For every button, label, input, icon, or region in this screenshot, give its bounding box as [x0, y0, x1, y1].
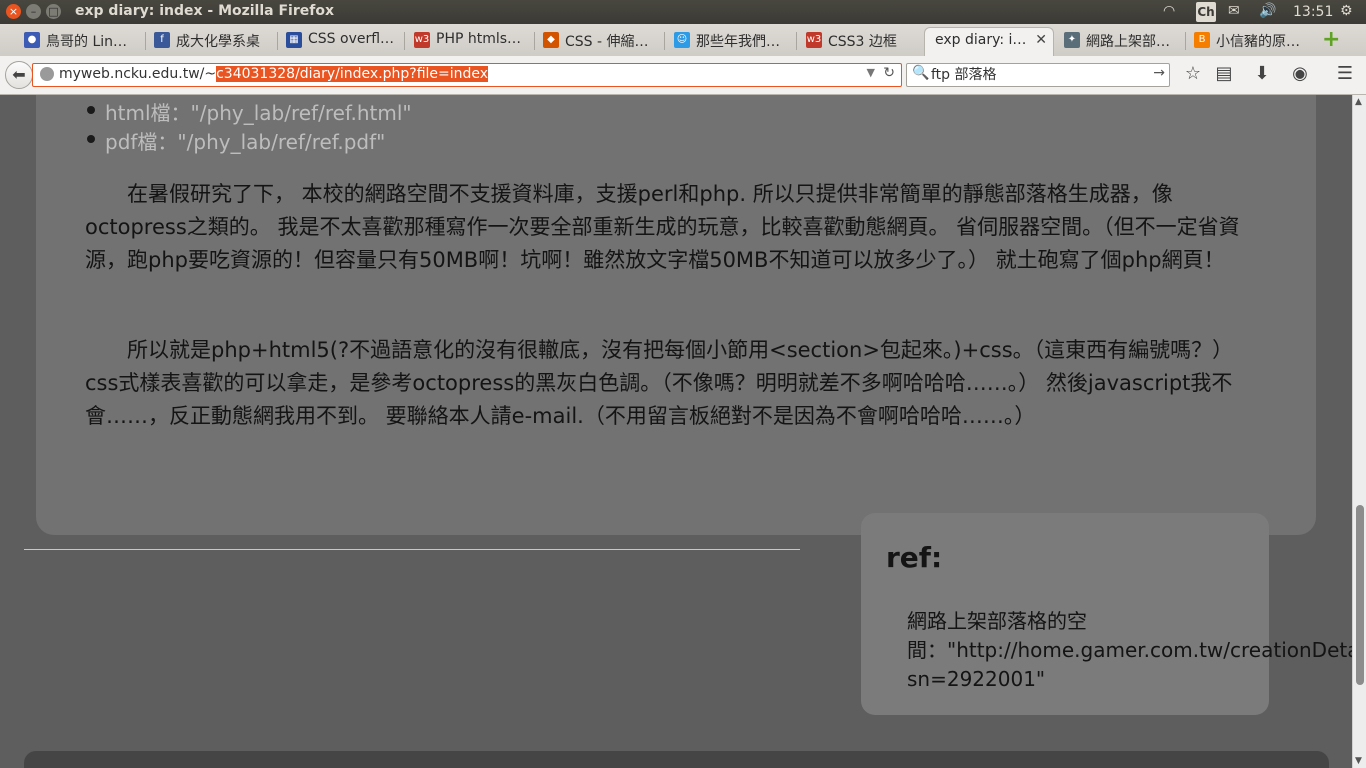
- mail-icon[interactable]: ✉: [1228, 3, 1240, 19]
- chat-icon[interactable]: ◉: [1288, 63, 1312, 84]
- penguin-icon: ●: [24, 32, 40, 48]
- list-item: html檔："/phy_lab/ref/ref.html": [105, 101, 412, 125]
- footer-bar: [24, 751, 1329, 768]
- close-icon[interactable]: ✕: [1035, 32, 1047, 48]
- reload-icon[interactable]: ↻: [883, 65, 895, 81]
- tab-label: 成大化學系桌: [176, 34, 260, 50]
- download-icon[interactable]: ⬇: [1250, 63, 1274, 84]
- tab-label: CSS - 伸縮…: [565, 34, 649, 50]
- tab-item[interactable]: ✦ 網路上架部…: [1058, 27, 1182, 55]
- navigation-toolbar: ⬅ myweb.ncku.edu.tw/~c34031328/diary/ind…: [0, 56, 1366, 95]
- gear-icon[interactable]: ⚙: [1340, 3, 1353, 19]
- arrow-down-icon[interactable]: ▼: [1355, 756, 1362, 766]
- tab-label: 鳥哥的 Lin…: [46, 34, 128, 50]
- volume-icon[interactable]: 🔊: [1259, 3, 1276, 19]
- keyboard-layout-indicator[interactable]: Ch: [1196, 2, 1216, 22]
- tab-item[interactable]: ▦ CSS overfl…: [280, 27, 400, 55]
- bookmark-star-icon[interactable]: ☆: [1181, 63, 1205, 84]
- list-item: pdf檔："/phy_lab/ref/ref.pdf": [105, 130, 386, 154]
- url-text[interactable]: myweb.ncku.edu.tw/~c34031328/diary/index…: [59, 66, 489, 82]
- blogger-icon: B: [1194, 32, 1210, 48]
- url-plain: myweb.ncku.edu.tw/~: [59, 66, 217, 82]
- window-minimize-button[interactable]: –: [26, 4, 41, 19]
- bullet-dot: [87, 135, 95, 143]
- scrollbar-thumb[interactable]: [1356, 505, 1364, 685]
- smile-icon: ☺: [674, 32, 690, 48]
- tab-label: 網路上架部…: [1086, 34, 1170, 50]
- paragraph: 在暑假研究了下， 本校的網路空間不支援資料庫，支援perl和php. 所以只提供…: [85, 182, 1240, 272]
- search-icon: 🔍: [912, 65, 930, 81]
- back-button[interactable]: ⬅: [5, 61, 33, 89]
- blog-icon: ◆: [543, 32, 559, 48]
- window-maximize-button[interactable]: □: [46, 4, 61, 19]
- article-card: [36, 95, 1316, 535]
- arrow-up-icon[interactable]: ▲: [1355, 97, 1362, 107]
- tab-label: 小信豬的原…: [1216, 34, 1300, 50]
- tab-item[interactable]: w3 PHP htmls…: [408, 27, 532, 55]
- paragraph: 所以就是php+html5(?不過語意化的沒有很轍底，沒有把每個小節用<sect…: [85, 338, 1234, 428]
- tab-item[interactable]: w3 CSS3 边框: [800, 27, 920, 55]
- menu-icon[interactable]: ☰: [1333, 63, 1357, 84]
- clock[interactable]: 13:51: [1293, 4, 1333, 20]
- tab-item[interactable]: ☺ 那些年我們…: [668, 27, 796, 55]
- page-viewport: html檔："/phy_lab/ref/ref.html" pdf檔："/phy…: [0, 95, 1352, 768]
- tab-item-active[interactable]: exp diary: i… ✕: [924, 27, 1054, 57]
- divider: [24, 549, 800, 550]
- tab-item[interactable]: ◆ CSS - 伸縮…: [537, 27, 661, 55]
- search-input[interactable]: [929, 65, 1143, 83]
- window-close-button[interactable]: ×: [6, 4, 21, 19]
- wifi-icon[interactable]: ◠: [1163, 3, 1175, 19]
- globe-icon: [40, 67, 54, 81]
- tab-label: exp diary: i…: [935, 32, 1027, 48]
- tab-label: PHP htmls…: [436, 31, 522, 47]
- new-tab-icon[interactable]: +: [1322, 27, 1340, 52]
- tab-label: CSS overfl…: [308, 31, 395, 47]
- ref-card: ref: 網路上架部落格的空間："http://home.gamer.com.t…: [861, 513, 1352, 715]
- reading-list-icon[interactable]: ▤: [1212, 63, 1236, 84]
- url-bar[interactable]: myweb.ncku.edu.tw/~c34031328/diary/index…: [32, 63, 902, 87]
- scrollbar[interactable]: ▲ ▼: [1352, 95, 1366, 768]
- window-title: exp diary: index - Mozilla Firefox: [75, 3, 334, 19]
- system-top-panel: × – □ exp diary: index - Mozilla Firefox…: [0, 0, 1366, 24]
- chevron-down-icon[interactable]: ▼: [867, 66, 875, 79]
- ref-heading: ref:: [886, 541, 943, 574]
- search-bar[interactable]: 🔍 →: [906, 63, 1170, 87]
- w3-icon: w3: [806, 32, 822, 48]
- bullet-dot: [87, 106, 95, 114]
- facebook-icon: f: [154, 32, 170, 48]
- dragon-icon: ✦: [1064, 32, 1080, 48]
- tab-label: CSS3 边框: [828, 34, 897, 50]
- tab-item[interactable]: B 小信豬的原…: [1188, 27, 1312, 55]
- arrow-right-icon[interactable]: →: [1153, 65, 1165, 81]
- tab-item[interactable]: f 成大化學系桌: [148, 27, 276, 55]
- url-selected: c34031328/diary/index.php?file=index: [216, 66, 489, 82]
- tab-item[interactable]: ● 鳥哥的 Lin…: [18, 27, 142, 55]
- ref-body: 網路上架部落格的空間："http://home.gamer.com.tw/cre…: [907, 609, 1352, 691]
- grid-icon: ▦: [286, 32, 302, 48]
- w3-icon: w3: [414, 32, 430, 48]
- tab-strip: ● 鳥哥的 Lin… f 成大化學系桌 ▦ CSS overfl… w3 PHP…: [0, 24, 1366, 57]
- tab-label: 那些年我們…: [696, 34, 780, 50]
